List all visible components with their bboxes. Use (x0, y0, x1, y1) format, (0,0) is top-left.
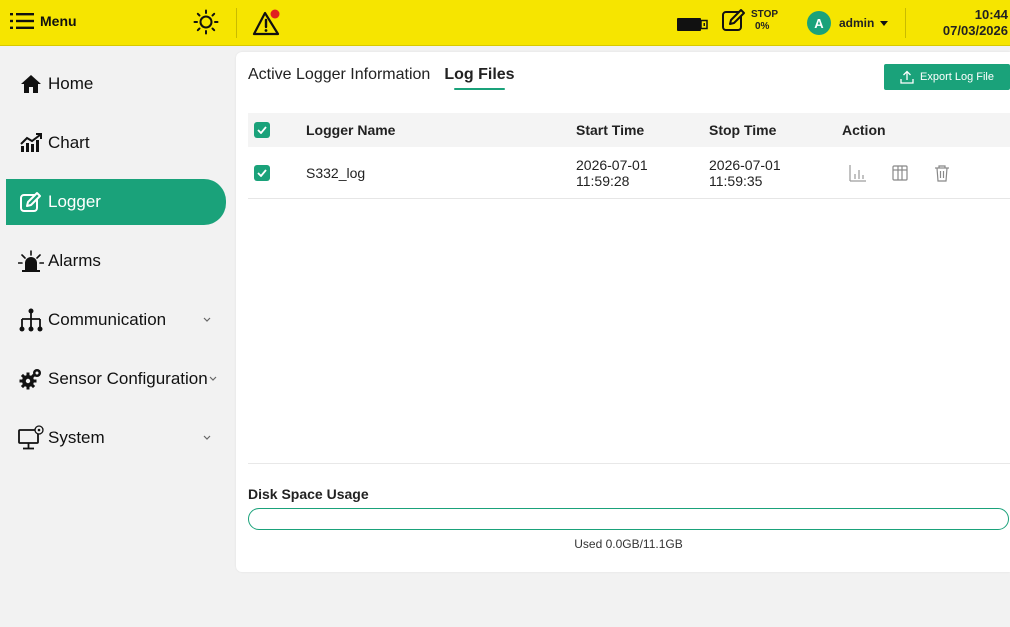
brightness-icon[interactable] (193, 9, 219, 35)
logger-status-text: STOP 0% (751, 9, 778, 33)
clock-time: 10:44 (974, 7, 1008, 22)
network-icon (18, 308, 44, 332)
header-stop-time[interactable]: Stop Time (709, 113, 776, 147)
cell-actions (848, 147, 974, 198)
log-files-table: Logger Name Start Time Stop Time Action … (248, 113, 1010, 199)
tab-bar: Active Logger Information Log Files (248, 66, 515, 90)
sidebar-item-communication[interactable]: Communication (6, 297, 226, 343)
export-label: Export Log File (920, 71, 994, 83)
menu-label: Menu (40, 13, 77, 29)
hamburger-icon (10, 13, 34, 29)
caret-down-icon (880, 20, 889, 26)
checkbox[interactable] (254, 122, 270, 138)
header-logger-name[interactable]: Logger Name (306, 113, 395, 147)
chevron-down-icon (209, 376, 217, 381)
upload-icon (900, 70, 914, 84)
checkmark-icon (257, 126, 267, 134)
chevron-down-icon (203, 435, 211, 440)
sidebar-item-chart[interactable]: Chart (6, 120, 226, 166)
table-row: S332_log 2026-07-01 11:59:28 2026-07-01 … (248, 147, 1010, 199)
logger-state: STOP (751, 9, 779, 20)
sidebar-item-label: Alarms (48, 251, 101, 270)
home-icon (18, 72, 44, 96)
sidebar-item-label: Home (48, 74, 94, 93)
cell-start-time: 2026-07-01 11:59:28 (576, 147, 648, 198)
stop-time: 11:59:35 (709, 172, 763, 189)
sidebar-item-label: Sensor Configuration (48, 369, 208, 388)
clock-date: 07/03/2026 (942, 23, 1008, 38)
chart-icon (18, 131, 44, 155)
start-time: 11:59:28 (576, 172, 630, 189)
sidebar-item-system[interactable]: System (6, 415, 226, 461)
start-date: 2026-07-01 (576, 156, 648, 173)
top-bar: Menu STOP 0% A admin 10:44 07/03/2026 (0, 0, 1010, 46)
delete-icon[interactable] (932, 163, 952, 183)
alarm-icon (18, 249, 44, 273)
disk-usage-bar (248, 508, 1009, 530)
checkmark-icon (257, 168, 267, 177)
topbar-divider (905, 8, 906, 38)
sidebar-item-sensor-configuration[interactable]: Sensor Configuration (6, 356, 226, 402)
logger-percent: 0% (755, 21, 770, 32)
monitor-icon (18, 425, 44, 450)
alert-dot (270, 9, 280, 19)
battery-icon (677, 18, 708, 31)
menu-button[interactable]: Menu (10, 12, 77, 30)
sidebar-item-alarms[interactable]: Alarms (6, 238, 226, 284)
sidebar-item-label: System (48, 428, 105, 447)
sidebar-item-label: Chart (48, 133, 90, 152)
disk-usage-text: Used 0.0GB/11.1GB (574, 537, 683, 551)
tab-active-logger-information[interactable]: Active Logger Information (248, 66, 430, 90)
sidebar-item-label: Logger (48, 192, 101, 211)
select-all-checkbox[interactable] (254, 113, 270, 147)
view-chart-icon[interactable] (848, 163, 868, 183)
sidebar-item-label: Communication (48, 310, 167, 329)
logger-edit-icon (722, 9, 745, 31)
stop-date: 2026-07-01 (709, 156, 781, 173)
sidebar-item-home[interactable]: Home (6, 61, 226, 107)
clock: 10:44 07/03/2026 (913, 7, 1008, 39)
logger-status[interactable]: STOP 0% (721, 7, 778, 33)
disk-usage-title: Disk Space Usage (248, 486, 369, 502)
cell-stop-time: 2026-07-01 11:59:35 (709, 147, 781, 198)
view-table-icon[interactable] (890, 163, 910, 183)
sidebar: Home Chart Logger Alarms Communication S… (6, 52, 230, 627)
divider (248, 463, 1010, 464)
sidebar-item-logger[interactable]: Logger (6, 179, 226, 225)
chevron-down-icon (203, 317, 211, 322)
username-label: admin (839, 16, 875, 30)
alert-icon[interactable] (252, 8, 282, 38)
table-header: Logger Name Start Time Stop Time Action (248, 113, 1010, 147)
logger-edit-icon (18, 190, 44, 214)
tab-log-files[interactable]: Log Files (444, 66, 515, 90)
checkbox[interactable] (254, 164, 270, 181)
cell-logger-name: S332_log (306, 164, 366, 181)
gear-icon (18, 367, 44, 391)
header-start-time[interactable]: Start Time (576, 113, 644, 147)
main-panel: Active Logger Information Log Files Expo… (236, 52, 1010, 572)
export-log-file-button[interactable]: Export Log File (884, 64, 1010, 90)
user-menu[interactable]: admin (839, 16, 889, 30)
avatar[interactable]: A (807, 11, 831, 35)
header-action: Action (842, 122, 886, 138)
row-checkbox[interactable] (254, 147, 270, 198)
topbar-divider (236, 8, 237, 38)
